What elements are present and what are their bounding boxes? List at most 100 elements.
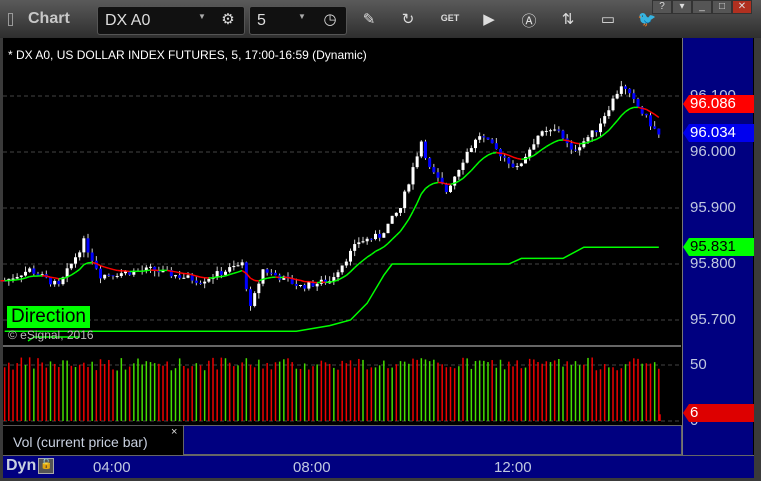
moving-average-segment bbox=[296, 278, 301, 282]
moving-average-segment bbox=[142, 269, 147, 272]
candle bbox=[444, 183, 448, 193]
moving-average-segment bbox=[616, 115, 622, 122]
moving-average-segment bbox=[383, 242, 389, 248]
candle bbox=[369, 238, 373, 240]
candle bbox=[294, 283, 298, 286]
candle bbox=[57, 280, 61, 285]
candle bbox=[590, 130, 594, 138]
candle bbox=[628, 88, 632, 94]
moving-average-segment bbox=[391, 234, 397, 240]
candle bbox=[299, 285, 302, 287]
moving-average-segment bbox=[508, 154, 514, 158]
moving-average-segment bbox=[654, 113, 660, 119]
candle bbox=[103, 274, 107, 279]
candle bbox=[549, 130, 552, 132]
moving-average-segment bbox=[466, 169, 472, 175]
moving-average-segment bbox=[500, 152, 505, 155]
candle bbox=[619, 86, 623, 94]
candle bbox=[269, 272, 273, 274]
moving-average-segment bbox=[458, 177, 464, 182]
candle bbox=[432, 167, 436, 173]
moving-average-segment bbox=[233, 271, 239, 274]
moving-average-segment bbox=[504, 153, 510, 157]
time-label: 12:00 bbox=[494, 459, 532, 476]
moving-average-segment bbox=[108, 267, 114, 271]
stop-line bbox=[4, 246, 659, 332]
moving-average-segment bbox=[187, 273, 193, 276]
moving-average-segment bbox=[595, 136, 601, 141]
candle bbox=[424, 141, 427, 159]
candle bbox=[261, 269, 265, 284]
volume-legend[interactable]: Vol (current price bar) × bbox=[3, 425, 183, 455]
moving-average-segment bbox=[79, 264, 85, 270]
moving-average-segment bbox=[366, 253, 372, 258]
candle bbox=[249, 289, 252, 306]
candle bbox=[274, 272, 277, 276]
candle bbox=[19, 275, 23, 277]
moving-average-segment bbox=[470, 165, 477, 171]
candle bbox=[265, 269, 269, 273]
moving-average-segment bbox=[196, 275, 201, 278]
moving-average-segment bbox=[54, 277, 59, 280]
moving-average-segment bbox=[300, 279, 305, 283]
moving-average-segment bbox=[512, 156, 518, 160]
candle bbox=[374, 233, 377, 240]
moving-average-segment bbox=[262, 277, 268, 280]
candle bbox=[394, 212, 398, 216]
moving-average-segment bbox=[341, 274, 347, 279]
candle bbox=[582, 141, 586, 148]
moving-average-segment bbox=[50, 276, 55, 279]
moving-average-segment bbox=[625, 108, 631, 113]
lock-icon[interactable]: 🔓 bbox=[38, 457, 55, 474]
moving-average-segment bbox=[533, 151, 539, 157]
moving-average-segment bbox=[650, 111, 656, 116]
moving-average-segment bbox=[125, 270, 130, 273]
candle bbox=[490, 139, 494, 144]
candle bbox=[486, 137, 490, 140]
moving-average-segment bbox=[537, 148, 543, 154]
candle bbox=[615, 93, 619, 99]
candle bbox=[119, 273, 123, 276]
candle bbox=[86, 238, 90, 253]
moving-average-segment bbox=[379, 246, 385, 250]
moving-average-segment bbox=[492, 151, 497, 155]
candle bbox=[461, 162, 465, 170]
candle bbox=[107, 274, 111, 276]
candle bbox=[436, 172, 440, 178]
moving-average-segment bbox=[171, 270, 176, 273]
candle bbox=[115, 275, 119, 277]
candle bbox=[353, 244, 357, 251]
red-price-tag: 96.086 bbox=[683, 95, 754, 113]
candle bbox=[315, 283, 319, 287]
moving-average-segment bbox=[575, 142, 580, 145]
candle bbox=[403, 191, 407, 209]
candle bbox=[390, 215, 394, 224]
volume-tag: 6 bbox=[683, 404, 754, 422]
candle bbox=[519, 163, 523, 167]
candle bbox=[474, 139, 477, 149]
moving-average-segment bbox=[229, 272, 235, 276]
dyn-text: Dyn bbox=[6, 457, 37, 474]
moving-average-segment bbox=[571, 141, 576, 144]
candle bbox=[36, 273, 40, 276]
candle bbox=[336, 272, 340, 278]
moving-average-segment bbox=[221, 275, 226, 278]
candle bbox=[540, 131, 544, 136]
candle bbox=[240, 262, 244, 266]
moving-average-segment bbox=[395, 230, 402, 236]
green-price-tag: 95.831 bbox=[683, 238, 754, 256]
candle bbox=[49, 277, 52, 285]
moving-average-segment bbox=[645, 108, 651, 113]
moving-average-segment bbox=[408, 210, 414, 220]
candle bbox=[99, 268, 102, 279]
candle bbox=[232, 265, 236, 268]
close-study-icon[interactable]: × bbox=[171, 426, 177, 438]
moving-average-segment bbox=[399, 224, 406, 232]
price-label: 96.000 bbox=[690, 143, 736, 160]
candle bbox=[494, 143, 498, 150]
candle bbox=[349, 250, 352, 262]
candle bbox=[24, 271, 27, 276]
candle bbox=[174, 275, 177, 277]
moving-average-segment bbox=[75, 268, 81, 273]
candle bbox=[224, 271, 227, 275]
